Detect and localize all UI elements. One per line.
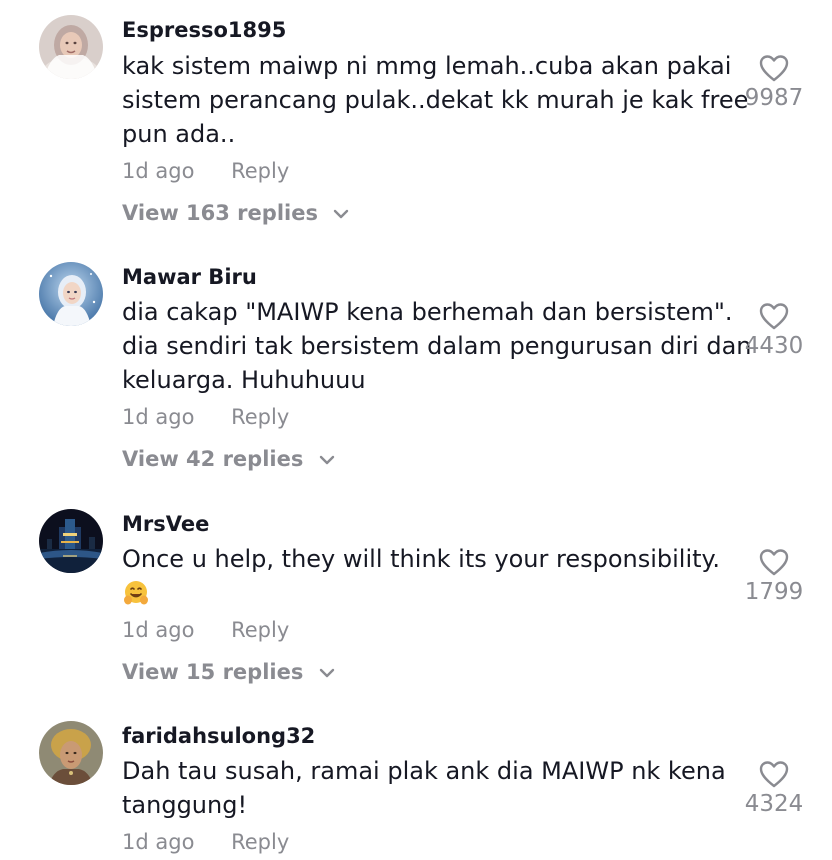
comment-text-line: Once u help, they will think its your re… <box>122 545 720 573</box>
like-count: 4430 <box>744 333 804 359</box>
comment-text: kak sistem maiwp ni mmg lemah..cuba akan… <box>122 49 749 151</box>
avatar-headscarf-portrait-icon <box>39 721 103 785</box>
view-replies-button[interactable]: View 163 replies <box>122 201 349 225</box>
like-button[interactable]: 1799 <box>729 548 819 605</box>
like-count: 1799 <box>744 579 804 605</box>
comment-username[interactable]: faridahsulong32 <box>122 724 315 748</box>
reply-button[interactable]: Reply <box>231 830 289 854</box>
comment-username[interactable]: MrsVee <box>122 512 209 536</box>
avatar[interactable] <box>39 15 103 79</box>
comment-text: Dah tau susah, ramai plak ank dia MAIWP … <box>122 754 734 822</box>
comment-time: 1d ago <box>122 830 195 854</box>
chevron-down-icon <box>319 668 334 678</box>
reply-button[interactable]: Reply <box>231 405 289 429</box>
comment-text-line: dia cakap "MAIWP kena berhemah dan bersi… <box>122 298 733 326</box>
comment-time: 1d ago <box>122 618 195 642</box>
like-count: 4324 <box>744 791 804 817</box>
heart-icon <box>759 55 789 82</box>
view-replies-label: View 163 replies <box>122 201 318 225</box>
avatar[interactable] <box>39 509 103 573</box>
view-replies-label: View 42 replies <box>122 447 304 471</box>
comment-time: 1d ago <box>122 159 195 183</box>
like-button[interactable]: 4430 <box>729 302 819 359</box>
comment-text-line: sistem perancang pulak..dekat kk murah j… <box>122 86 749 114</box>
heart-icon <box>759 761 789 788</box>
comment-text: dia cakap "MAIWP kena berhemah dan bersi… <box>122 295 752 397</box>
reply-button[interactable]: Reply <box>231 159 289 183</box>
view-replies-label: View 15 replies <box>122 660 304 684</box>
like-button[interactable]: 4324 <box>729 760 819 817</box>
like-button[interactable]: 9987 <box>729 54 819 111</box>
hugging-face-emoji <box>124 581 148 605</box>
avatar-night-city-icon <box>39 509 103 573</box>
reply-button[interactable]: Reply <box>231 618 289 642</box>
avatar-blue-hijab-illustration-icon <box>39 262 103 326</box>
comment-meta: 1d ago Reply <box>122 159 289 183</box>
heart-icon <box>759 549 789 576</box>
comment-text-line: dia sendiri tak bersistem dalam pengurus… <box>122 332 752 360</box>
comment-username[interactable]: Mawar Biru <box>122 265 257 289</box>
comment-text-line: keluarga. Huhuhuuu <box>122 366 366 394</box>
avatar[interactable] <box>39 721 103 785</box>
comment-text-line: Dah tau susah, ramai plak ank dia MAIWP … <box>122 757 726 785</box>
comment-username[interactable]: Espresso1895 <box>122 18 286 42</box>
comment-time: 1d ago <box>122 405 195 429</box>
like-count: 9987 <box>744 85 804 111</box>
avatar-hijab-woman-icon <box>39 15 103 79</box>
comment-emoji-line <box>122 576 734 610</box>
comment-text-line: tanggung! <box>122 791 248 819</box>
comment-meta: 1d ago Reply <box>122 618 289 642</box>
comment-text-line: pun ada.. <box>122 120 236 148</box>
avatar[interactable] <box>39 262 103 326</box>
chevron-down-icon <box>319 455 334 465</box>
view-replies-button[interactable]: View 15 replies <box>122 660 335 684</box>
chevron-down-icon <box>334 209 349 219</box>
comment-text: Once u help, they will think its your re… <box>122 542 734 610</box>
comment-meta: 1d ago Reply <box>122 405 289 429</box>
view-replies-button[interactable]: View 42 replies <box>122 447 335 471</box>
comment-meta: 1d ago Reply <box>122 830 289 854</box>
heart-icon <box>759 303 789 330</box>
comment-text-line: kak sistem maiwp ni mmg lemah..cuba akan… <box>122 52 732 80</box>
